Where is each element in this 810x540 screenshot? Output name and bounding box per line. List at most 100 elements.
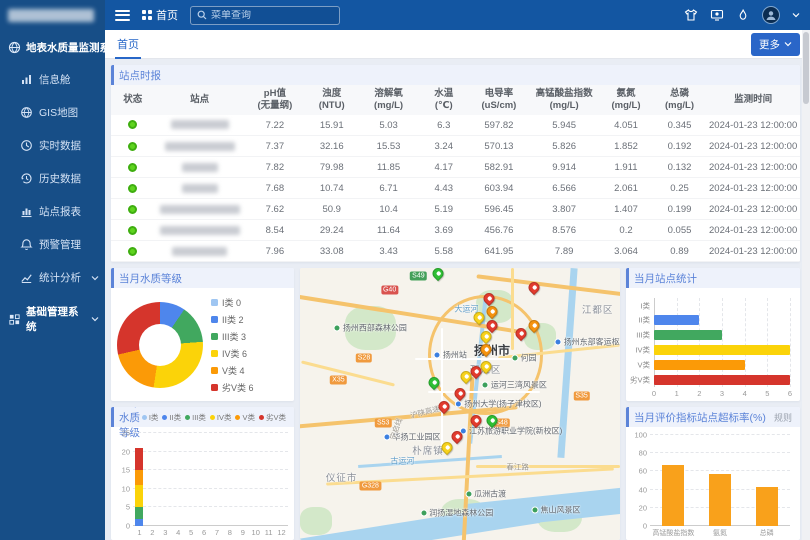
user-chevron-down-icon[interactable] <box>792 11 800 19</box>
value-cell: 7.22 <box>245 115 305 136</box>
flame-icon[interactable] <box>736 8 750 22</box>
apps-grid-icon <box>142 10 152 20</box>
map-label: 朴席镇 <box>412 443 444 457</box>
more-button[interactable]: 更多 <box>751 33 800 56</box>
sidebar-item-label: 统计分析 <box>39 270 85 285</box>
bar-segment-IV类 <box>135 485 143 507</box>
annual-grade-chart[interactable]: 0510152025123456789101112 <box>133 433 288 526</box>
time-cell: 2024-01-23 12:00:00 <box>706 115 800 136</box>
value-cell: 4.17 <box>419 157 469 178</box>
value-cell: 597.82 <box>469 115 529 136</box>
value-cell: 0.345 <box>653 115 707 136</box>
stacked-bar[interactable] <box>252 433 260 526</box>
sidebar: 地表水质量监测系统 信息舱 GIS地图实时数据历史数据站点报表预警管理统计分析 基… <box>0 0 105 540</box>
map-road <box>476 465 620 468</box>
hbar-category-label: II类 <box>638 315 650 326</box>
sidebar-item-label: 历史数据 <box>39 171 99 186</box>
realtime-data-icon <box>20 139 33 152</box>
station-name-blurred <box>171 120 229 129</box>
hbar-II类[interactable] <box>654 315 699 325</box>
stacked-bar[interactable] <box>213 433 221 526</box>
stacked-bar[interactable] <box>265 433 273 526</box>
tab-home[interactable]: 首页 <box>115 30 141 59</box>
sidebar-item-7[interactable]: 统计分析 <box>0 261 105 294</box>
map-street <box>428 391 540 393</box>
value-cell: 0.055 <box>653 220 707 241</box>
sidebar-item-5[interactable]: 站点报表 <box>0 195 105 228</box>
sidebar-item-2[interactable]: GIS地图 <box>0 96 105 129</box>
hbar-III类[interactable] <box>654 330 722 340</box>
map-street <box>441 328 443 450</box>
status-cell <box>111 199 154 220</box>
menu-search[interactable] <box>190 6 340 25</box>
page-scrollbar[interactable] <box>802 30 810 540</box>
stacked-bar[interactable] <box>161 433 169 526</box>
value-cell: 0.25 <box>653 178 707 199</box>
map-road <box>511 268 514 350</box>
station-pin-green[interactable] <box>430 268 446 281</box>
table-row[interactable]: 7.8279.9811.854.17582.919.9141.9110.1322… <box>111 157 800 178</box>
hbar-IV类[interactable] <box>654 345 790 355</box>
history-data-icon <box>20 172 33 185</box>
station-report-panel-header: 站点时报 <box>111 65 800 85</box>
stacked-bar[interactable] <box>174 433 182 526</box>
sidebar-item-1[interactable]: 信息舱 <box>0 63 105 96</box>
donut-chart[interactable] <box>117 302 203 388</box>
station-report-icon <box>20 205 33 218</box>
month-label: 2 <box>150 528 154 537</box>
x-tick-label: 2 <box>697 389 701 398</box>
exceedance-rate-chart[interactable]: 020406080100高锰酸盐指数氨氮总磷 <box>650 435 790 526</box>
sidebar-item-4[interactable]: 历史数据 <box>0 162 105 195</box>
table-row[interactable]: 7.6810.746.714.43603.946.5662.0610.25202… <box>111 178 800 199</box>
y-tick-label: 40 <box>639 485 647 494</box>
stacked-bar[interactable] <box>187 433 195 526</box>
sidebar-root-base-system[interactable]: 基础管理系统 <box>0 294 105 344</box>
charts-row: 当月水质等级 I类 0II类 2III类 3IV类 6V类 4劣V类 6 全年水… <box>111 268 800 540</box>
status-dot-normal <box>128 205 137 214</box>
hbar-劣V类[interactable] <box>654 375 790 385</box>
time-cell: 2024-01-23 12:00:00 <box>706 199 800 220</box>
table-row[interactable]: 7.2215.915.036.3597.825.9454.0510.345202… <box>111 115 800 136</box>
stacked-bar[interactable] <box>239 433 247 526</box>
nav-home[interactable]: 首页 <box>142 7 178 23</box>
sidebar-item-3[interactable]: 实时数据 <box>0 129 105 162</box>
stacked-bar[interactable] <box>226 433 234 526</box>
search-input[interactable] <box>211 10 321 21</box>
stacked-bar[interactable] <box>135 433 143 526</box>
table-row[interactable]: 7.6250.910.45.19596.453.8071.4070.199202… <box>111 199 800 220</box>
road-badge: S49 <box>410 272 426 281</box>
value-cell: 6.566 <box>529 178 599 199</box>
legend-label: I类 0 <box>222 296 241 309</box>
sidebar-root-surface-water-system[interactable]: 地表水质量监测系统 <box>0 30 105 63</box>
sidebar-item-label: 站点报表 <box>39 204 99 219</box>
table-row[interactable]: 7.9633.083.435.58641.957.893.0640.892024… <box>111 241 800 262</box>
map-label: 扬州站 <box>434 350 467 361</box>
sidebar-item-label: 信息舱 <box>39 72 99 87</box>
stacked-bar[interactable] <box>200 433 208 526</box>
value-cell: 570.13 <box>469 136 529 157</box>
collapse-menu-icon[interactable] <box>115 10 130 21</box>
scrollbar-thumb[interactable] <box>803 32 809 104</box>
table-row[interactable]: 7.3732.1615.533.24570.135.8261.8520.1922… <box>111 136 800 157</box>
theme-skin-icon[interactable] <box>684 8 698 22</box>
road-badge: G328 <box>360 481 381 490</box>
stacked-bar[interactable] <box>148 433 156 526</box>
vbar-总磷[interactable] <box>756 487 778 526</box>
annual-legend-item: III类 <box>185 412 206 423</box>
monthly-station-stats-chart[interactable]: 0123456I类II类III类IV类V类劣V类 <box>654 298 790 387</box>
stacked-bar[interactable] <box>278 433 286 526</box>
rules-link[interactable]: 规则 <box>774 411 792 424</box>
sidebar-item-6[interactable]: 预警管理 <box>0 228 105 261</box>
station-name-blurred <box>160 205 240 214</box>
layout-screen-icon[interactable] <box>710 8 724 22</box>
exceedance-rate-panel: 当月评价指标站点超标率(%) 规则 020406080100高锰酸盐指数氨氮总磷 <box>626 407 800 540</box>
legend-label: 劣V类 6 <box>222 381 254 394</box>
poi-marker-icon <box>420 509 427 516</box>
vbar-高锰酸盐指数[interactable] <box>662 465 684 526</box>
city-map[interactable]: G40S49S28X35S53S48G328S35大运河扬州西部森林公园扬州站邗… <box>300 268 620 540</box>
annual-legend-item: IV类 <box>210 412 232 423</box>
vbar-氨氮[interactable] <box>709 474 731 526</box>
user-avatar[interactable] <box>762 6 780 24</box>
table-row[interactable]: 8.5429.2411.643.69456.768.5760.20.055202… <box>111 220 800 241</box>
hbar-V类[interactable] <box>654 360 745 370</box>
